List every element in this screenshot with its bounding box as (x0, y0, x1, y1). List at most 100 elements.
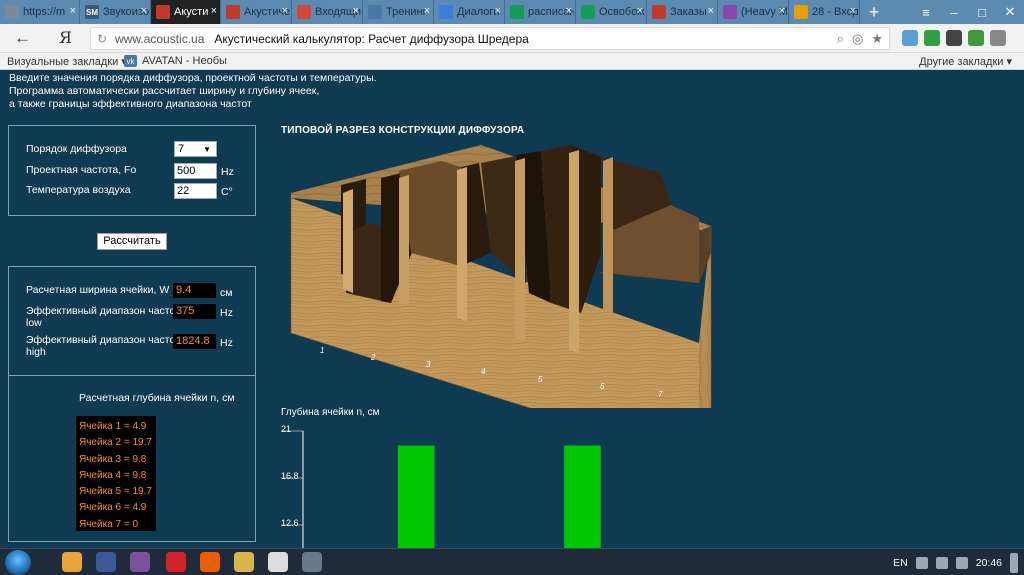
frequency-label: Проектная частота, Fo (26, 164, 137, 176)
back-button[interactable]: ← (14, 28, 31, 48)
tab-strip: https://m × SM Звукоизо × Акусти × Акустиче × Вхо… (0, 0, 1024, 24)
tab-8[interactable]: расписан × (505, 0, 576, 24)
y-tick-label: 12.6 (281, 518, 299, 528)
cell-number: 7 (658, 390, 663, 399)
high-range-value: 1824.8 (173, 334, 216, 349)
notepad-icon[interactable] (302, 552, 322, 572)
tab-9[interactable]: Освобож × (576, 0, 647, 24)
tab-close-icon[interactable]: × (141, 5, 147, 17)
list-item: Ячейка 5 = 19.7 (79, 486, 152, 498)
browser-toolbar: ← Я ↻ www.acoustic.ua Акустический кальк… (0, 24, 1024, 53)
tab-close-icon[interactable]: × (779, 5, 785, 17)
tab-close-icon[interactable]: × (495, 5, 501, 17)
intro-line: Введите значения порядка диффузора, прое… (9, 72, 377, 84)
extensions (902, 30, 1006, 46)
tab-10[interactable]: Заказы × (647, 0, 718, 24)
favicon-icon (297, 5, 311, 19)
tab-close-icon[interactable]: × (353, 5, 359, 17)
tab-2[interactable]: SM Звукоизо × (80, 0, 151, 24)
search-icon[interactable]: ⌕ (837, 31, 844, 47)
folder-icon[interactable] (234, 552, 254, 572)
shield-icon[interactable] (924, 30, 940, 46)
close-window-button[interactable]: ✕ (996, 0, 1024, 24)
volume-icon[interactable] (955, 556, 968, 569)
tab-close-icon[interactable]: × (708, 5, 714, 17)
tab-12[interactable]: 28 - Вход × (789, 0, 860, 24)
app-icon[interactable] (96, 552, 116, 572)
firefox-icon[interactable] (200, 552, 220, 572)
intro-text: Введите значения порядка диффузора, прое… (9, 72, 377, 111)
tab-6[interactable]: Тренинг × (363, 0, 434, 24)
tab-close-icon[interactable]: × (70, 5, 76, 17)
intro-line: Программа автоматически рассчитает ширин… (9, 85, 320, 97)
depth-title: Расчетная глубина ячейки n, см (79, 392, 235, 404)
low-range-label-sub: low (26, 317, 42, 329)
yandex-logo[interactable]: Я (59, 28, 72, 47)
address-bar[interactable]: ↻ www.acoustic.ua Акустический калькулят… (90, 27, 890, 50)
tab-5[interactable]: Входящи × (292, 0, 363, 24)
visual-bookmarks-button[interactable]: Визуальные закладки ▾ (7, 55, 127, 68)
protect-icon[interactable]: ◎ (852, 31, 863, 47)
bookmark-avatan[interactable]: vk AVATAN - Необы (124, 55, 227, 67)
calculate-button[interactable]: Рассчитать (97, 233, 167, 250)
temperature-input[interactable]: 22 (174, 183, 217, 199)
bookmark-avatan-label: AVATAN - Необы (142, 55, 227, 67)
tab-4[interactable]: Акустиче × (221, 0, 292, 24)
order-select[interactable]: 7 ▼ (174, 141, 217, 157)
low-range-value: 375 (173, 304, 216, 319)
high-range-label-sub: high (26, 346, 46, 358)
high-range-label: Эффективный диапазон частот, (26, 334, 182, 346)
chrome-icon[interactable] (62, 552, 82, 572)
address-page-title: Акустический калькулятор: Расчет диффузо… (214, 31, 529, 46)
high-range-unit: Hz (220, 337, 233, 349)
maximize-button[interactable]: □ (968, 0, 996, 24)
bookmarks-bar: Визуальные закладки ▾ vk AVATAN - Необы … (0, 53, 1024, 70)
language-indicator[interactable]: EN (893, 557, 908, 569)
tab-close-icon[interactable]: × (850, 5, 856, 17)
list-item: Ячейка 4 = 9.8 (79, 469, 147, 481)
tab-close-icon[interactable]: × (566, 5, 572, 17)
favicon-icon: SM (85, 5, 99, 19)
settings-icon[interactable] (990, 30, 1006, 46)
tray-icon[interactable] (915, 556, 928, 569)
tab-3[interactable]: Акусти × (151, 0, 221, 24)
list-item: Ячейка 1 = 4.9 (79, 421, 147, 432)
show-desktop-button[interactable] (1010, 552, 1018, 573)
download-icon[interactable] (968, 30, 984, 46)
yandex-browser-icon[interactable] (268, 552, 288, 572)
tab-close-icon[interactable]: × (282, 5, 288, 17)
clock[interactable]: 20:46 (976, 557, 1002, 569)
tab-close-icon[interactable]: × (424, 5, 430, 17)
minimize-button[interactable]: – (940, 0, 968, 24)
network-icon[interactable] (935, 556, 948, 569)
viber-icon[interactable] (130, 552, 150, 572)
tab-1[interactable]: https://m × (0, 0, 80, 24)
y-tick-label: 16.8 (281, 471, 299, 481)
depth-list: Ячейка 1 = 4.9 Ячейка 2 = 19.7 Ячейка 3 … (76, 416, 156, 531)
favicon-icon (723, 5, 737, 19)
cell-number: 5 (538, 375, 543, 384)
favicon-icon (5, 5, 19, 19)
tab-11[interactable]: (Heavy M × (718, 0, 789, 24)
opera-icon[interactable] (166, 552, 186, 572)
width-value: 9.4 (173, 283, 216, 298)
favicon-icon (652, 5, 666, 19)
bookmark-star-icon[interactable]: ★ (871, 31, 883, 47)
favicon-icon (794, 5, 808, 19)
list-item: Ячейка 6 = 4.9 (79, 502, 147, 514)
start-button[interactable] (5, 550, 31, 575)
taskbar: EN 20:46 (0, 548, 1024, 575)
tab-7[interactable]: Диалоги × (434, 0, 505, 24)
other-bookmarks-button[interactable]: Другие закладки ▾ (919, 55, 1012, 68)
reload-icon[interactable]: ↻ (91, 32, 113, 46)
browser-menu-icon[interactable]: ≡ (912, 0, 940, 24)
extension-icon[interactable] (902, 30, 918, 46)
width-unit: см (220, 287, 233, 299)
tab-close-icon[interactable]: × (637, 5, 643, 17)
new-tab-button[interactable]: + (860, 0, 888, 24)
frequency-input[interactable]: 500 (174, 163, 217, 179)
tab-close-icon[interactable]: × (211, 5, 217, 17)
extension-icon[interactable] (946, 30, 962, 46)
favicon-icon (156, 5, 170, 19)
intro-line: а также границы эффективного диапазона ч… (9, 98, 252, 110)
